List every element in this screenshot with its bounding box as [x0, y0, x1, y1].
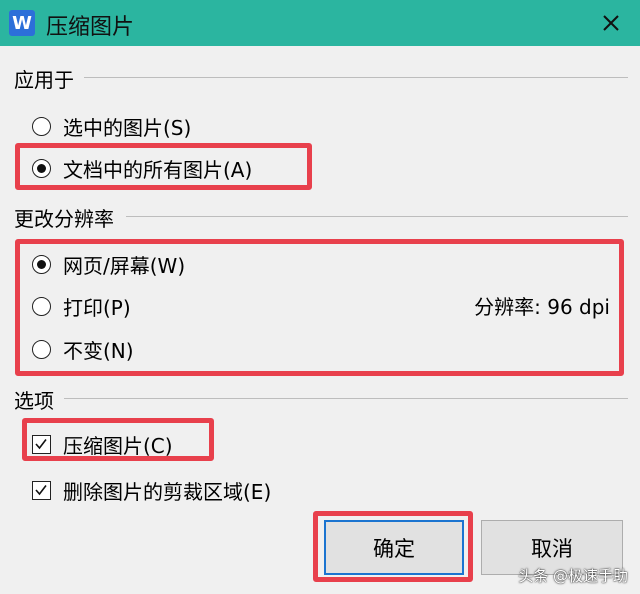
radio-label: 不变(N) — [63, 339, 134, 363]
radio-label: 打印(P) — [63, 296, 131, 320]
close-icon — [603, 15, 619, 31]
wps-app-icon: W — [9, 10, 35, 36]
radio-label: 网页/屏幕(W) — [63, 254, 186, 278]
resolution-divider — [126, 216, 628, 217]
radio-circle-checked[interactable] — [32, 255, 51, 274]
options-divider — [64, 398, 628, 399]
radio-circle[interactable] — [32, 340, 51, 359]
checkbox-label: 删除图片的剪裁区域(E) — [63, 480, 272, 504]
radio-circle-checked[interactable] — [32, 159, 51, 178]
radio-label: 选中的图片(S) — [63, 116, 192, 140]
apply-to-divider — [84, 77, 628, 78]
checkmark-icon — [35, 485, 47, 496]
radio-unchanged[interactable]: 不变(N) — [32, 335, 134, 364]
checkbox-delete-crop[interactable]: 删除图片的剪裁区域(E) — [32, 476, 271, 505]
ok-button[interactable]: 确定 — [324, 520, 464, 575]
radio-print[interactable]: 打印(P) — [32, 292, 131, 321]
options-group-label: 选项 — [14, 389, 54, 413]
checkmark-icon — [35, 439, 47, 450]
radio-all-images[interactable]: 文档中的所有图片(A) — [32, 154, 252, 183]
dialog-title: 压缩图片 — [46, 15, 135, 40]
checkbox-box[interactable] — [32, 481, 51, 500]
radio-web-screen[interactable]: 网页/屏幕(W) — [32, 250, 185, 279]
watermark: 头条 @极速手助 — [518, 567, 628, 585]
apply-to-group-label: 应用于 — [14, 68, 74, 92]
radio-circle[interactable] — [32, 297, 51, 316]
close-button[interactable] — [594, 6, 628, 40]
checkbox-label: 压缩图片(C) — [63, 434, 173, 458]
radio-label: 文档中的所有图片(A) — [63, 158, 253, 182]
resolution-group-label: 更改分辨率 — [14, 207, 114, 231]
radio-selected-images[interactable]: 选中的图片(S) — [32, 112, 191, 141]
checkbox-compress-images[interactable]: 压缩图片(C) — [32, 430, 173, 459]
title-bar: W 压缩图片 — [0, 0, 640, 46]
resolution-value: 分辨率: 96 dpi — [474, 295, 610, 319]
checkbox-box[interactable] — [32, 435, 51, 454]
radio-circle[interactable] — [32, 117, 51, 136]
